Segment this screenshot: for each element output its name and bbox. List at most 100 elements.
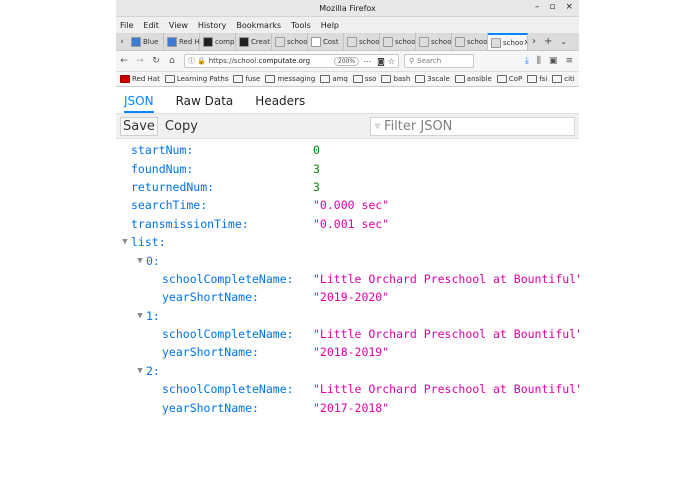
bookmark-star-icon[interactable]: ☆: [388, 57, 395, 66]
tab-bar-controls: › + ⌄: [528, 33, 567, 50]
search-input[interactable]: ⚲ Search: [404, 54, 474, 68]
browser-tab[interactable]: school.c: [416, 33, 452, 50]
tab-scroll-right-icon[interactable]: ›: [532, 36, 536, 47]
bookmark-item[interactable]: CoP: [496, 75, 522, 83]
url-bar[interactable]: ⓘ 🔒 https://school.computate.org 200% ⋯ …: [184, 54, 399, 68]
downloads-icon[interactable]: ⤓: [525, 56, 529, 66]
expand-triangle-icon[interactable]: ▼: [134, 366, 146, 376]
json-row-searchtime[interactable]: searchTime: "0.000 sec": [116, 196, 579, 214]
json-index-key: 2:: [146, 363, 160, 378]
menu-history[interactable]: History: [198, 21, 226, 30]
page-actions-icon[interactable]: ⋯: [363, 57, 374, 66]
home-icon[interactable]: ⌂: [164, 56, 180, 66]
browser-tab[interactable]: comp: [200, 33, 236, 50]
library-icon[interactable]: ⫼: [537, 56, 541, 66]
menu-tools[interactable]: Tools: [291, 21, 311, 30]
bookmark-item[interactable]: citi: [552, 75, 575, 83]
json-row-list[interactable]: ▼ list:: [116, 233, 579, 251]
url-prefix: https://school.: [208, 57, 259, 65]
browser-tab[interactable]: schoo✕: [488, 33, 528, 50]
json-row-school-name[interactable]: schoolCompleteName: "Little Orchard Presc…: [116, 270, 579, 288]
bookmark-item[interactable]: bash: [381, 75, 410, 83]
bookmark-item[interactable]: fuse: [233, 75, 260, 83]
menu-help[interactable]: Help: [321, 21, 339, 30]
forward-icon[interactable]: →: [132, 56, 148, 66]
browser-tab[interactable]: Blue: [128, 33, 164, 50]
zoom-indicator[interactable]: 200%: [333, 56, 360, 66]
save-button[interactable]: Save: [120, 116, 158, 136]
lock-icon: 🔒: [197, 57, 206, 65]
browser-tab[interactable]: school.c: [380, 33, 416, 50]
reload-icon[interactable]: ↻: [148, 56, 164, 66]
bookmark-item[interactable]: sso: [352, 75, 376, 83]
sidebar-icon[interactable]: ▣: [549, 56, 558, 66]
copy-button[interactable]: Copy: [162, 117, 201, 136]
tab-label: Blue: [143, 37, 159, 46]
url-text[interactable]: https://school.computate.org: [209, 57, 310, 65]
json-row-year[interactable]: yearShortName: "2019-2020": [116, 288, 579, 306]
new-tab-icon[interactable]: +: [544, 36, 552, 47]
tab-scroll-left-icon[interactable]: ‹: [116, 33, 128, 50]
json-row-school-name[interactable]: schoolCompleteName: "Little Orchard Presc…: [116, 380, 579, 398]
menu-file[interactable]: File: [120, 21, 133, 30]
json-row-list-item[interactable]: ▼ 1:: [116, 307, 579, 325]
toolbar-icons: ⤓ ⫼ ▣ ≡: [525, 56, 573, 66]
info-icon[interactable]: ⓘ: [188, 56, 195, 66]
filter-icon: ▿: [375, 120, 381, 132]
menu-bookmarks[interactable]: Bookmarks: [236, 21, 281, 30]
folder-icon: [454, 75, 465, 83]
bookmark-label: fsi: [539, 75, 548, 83]
bookmark-item[interactable]: messaging: [265, 75, 315, 83]
json-row-returnednum[interactable]: returnedNum: 3: [116, 178, 579, 196]
json-row-transmissiontime[interactable]: transmissionTime: "0.001 sec": [116, 215, 579, 233]
browser-tab[interactable]: Red Ha: [164, 33, 200, 50]
expand-triangle-icon[interactable]: ▼: [134, 256, 146, 266]
tab-headers[interactable]: Headers: [255, 94, 305, 113]
json-key: searchTime:: [131, 198, 208, 213]
json-row-year[interactable]: yearShortName: "2017-2018": [116, 398, 579, 416]
title-bar: Mozilla Firefox – ▫ ×: [116, 0, 579, 17]
json-string-value: "Little Orchard Preschool at Bountiful": [313, 271, 579, 286]
filter-json-input[interactable]: ▿ Filter JSON: [370, 116, 575, 136]
maximize-button[interactable]: ▫: [549, 2, 555, 12]
json-row-startnum[interactable]: startNum: 0: [116, 141, 579, 159]
bookmark-item[interactable]: amq: [320, 75, 348, 83]
back-icon[interactable]: ←: [116, 56, 132, 66]
browser-tab[interactable]: Cost: [308, 33, 344, 50]
search-placeholder: Search: [417, 57, 442, 65]
bookmark-item[interactable]: fsi: [527, 75, 547, 83]
bookmark-item[interactable]: Learning Paths: [164, 75, 228, 83]
bookmark-label: ansible: [466, 75, 492, 83]
bookmark-item[interactable]: Red Hat: [120, 75, 160, 83]
json-row-year[interactable]: yearShortName: "2018-2019": [116, 343, 579, 361]
folder-icon: [527, 75, 538, 83]
close-window-button[interactable]: ×: [565, 2, 573, 12]
json-number-value: 3: [313, 161, 320, 176]
favicon-icon: [455, 36, 465, 47]
bookmark-item[interactable]: 3scale: [415, 75, 450, 83]
tab-list-chevron-down-icon[interactable]: ⌄: [560, 37, 567, 46]
json-row-foundnum[interactable]: foundNum: 3: [116, 159, 579, 177]
bookmarks-list: Red Hat Learning Paths fuse messaging amq sso…: [120, 75, 579, 83]
minimize-button[interactable]: –: [535, 2, 540, 12]
menu-edit[interactable]: Edit: [143, 21, 159, 30]
json-row-school-name[interactable]: schoolCompleteName: "Little Orchard Presc…: [116, 325, 579, 343]
tab-label: Creat: [251, 37, 270, 46]
json-key: schoolCompleteName:: [162, 327, 294, 342]
bookmark-item[interactable]: ansible: [454, 75, 492, 83]
browser-tab[interactable]: school.c: [272, 33, 308, 50]
json-row-list-item[interactable]: ▼ 0:: [116, 251, 579, 269]
json-string-value: "2018-2019": [313, 345, 390, 360]
tab-json[interactable]: JSON: [124, 94, 154, 113]
tab-raw-data[interactable]: Raw Data: [176, 94, 234, 113]
json-row-list-item[interactable]: ▼ 2:: [116, 362, 579, 380]
browser-tab[interactable]: school.c: [344, 33, 380, 50]
browser-tab[interactable]: school.c: [452, 33, 488, 50]
expand-triangle-icon[interactable]: ▼: [119, 237, 131, 247]
menu-view[interactable]: View: [169, 21, 188, 30]
pocket-icon[interactable]: ◙: [377, 57, 385, 66]
hamburger-menu-icon[interactable]: ≡: [565, 56, 573, 66]
browser-tab[interactable]: Creat: [236, 33, 272, 50]
json-index-key: 1:: [146, 308, 160, 323]
expand-triangle-icon[interactable]: ▼: [134, 311, 146, 321]
